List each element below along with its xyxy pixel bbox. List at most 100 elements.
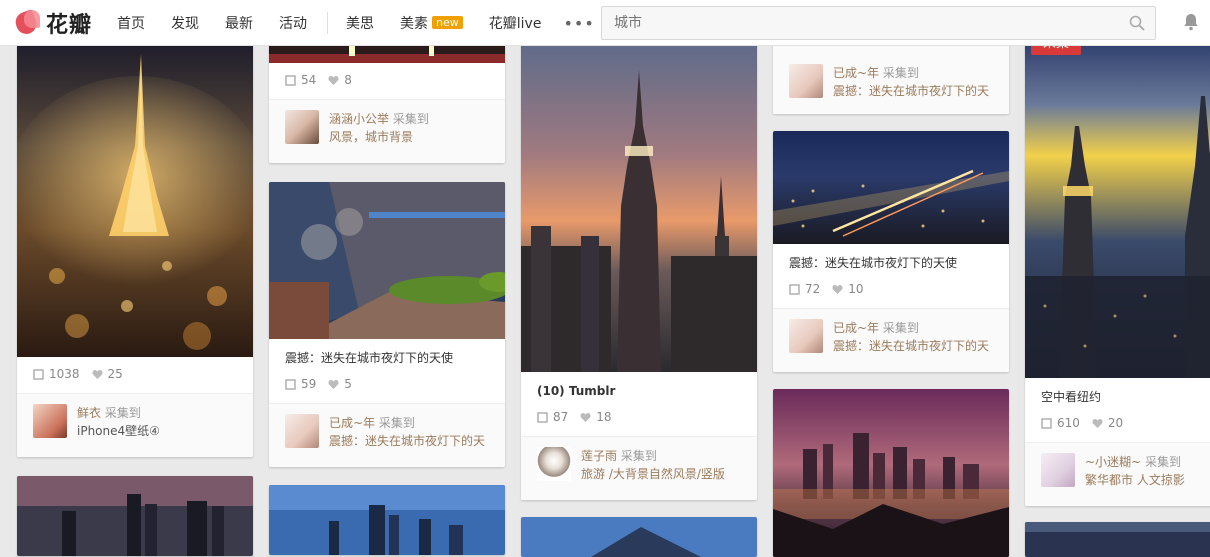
via-action: 采集到 xyxy=(882,66,919,80)
pin-image-street-lights[interactable] xyxy=(269,182,505,339)
via-user[interactable]: 已成~年 xyxy=(833,321,879,335)
nav-live[interactable]: 花瓣live xyxy=(489,13,542,33)
via-action: 采集到 xyxy=(620,449,657,463)
via-action: 采集到 xyxy=(392,112,429,126)
like-count: 25 xyxy=(107,367,123,381)
via-board[interactable]: 震撼：迷失在城市夜灯下的天 xyxy=(329,432,485,450)
pin-image-blue-sky[interactable] xyxy=(521,517,757,557)
nav-latest[interactable]: 最新 xyxy=(225,13,253,33)
via-user[interactable]: 已成~年 xyxy=(833,66,879,80)
search-box xyxy=(601,6,1156,40)
avatar[interactable] xyxy=(789,319,823,353)
pin-card[interactable]: 震撼：迷失在城市夜灯下的天使 72 10 已成~年 采集到 震撼：迷失在城市夜灯… xyxy=(773,131,1009,372)
nav-discover[interactable]: 发现 xyxy=(171,13,199,33)
via-action: 采集到 xyxy=(104,406,141,420)
repin-icon xyxy=(537,411,548,423)
via-user[interactable]: ~小迷糊~ xyxy=(1085,455,1141,469)
via-user[interactable]: 莲子雨 xyxy=(581,449,617,463)
like-count: 8 xyxy=(344,73,352,87)
pin-image-city-sunset[interactable] xyxy=(17,476,253,556)
notification-bell-icon[interactable] xyxy=(1183,13,1199,31)
pin-via: 涵涵小公举 采集到 风景，城市背景 xyxy=(269,99,505,163)
heart-icon[interactable] xyxy=(832,284,843,295)
pin-card[interactable]: 1038 25 鲜衣 采集到 iPhone4壁纸④ xyxy=(17,36,253,457)
repin-count: 1038 xyxy=(49,367,80,381)
pin-card[interactable]: (10) Tumblr 87 18 莲子雨 采集到 旅游 /大背景自然风景/竖版 xyxy=(521,36,757,500)
pin-image-la-skyline-dusk[interactable] xyxy=(773,389,1009,557)
repin-count: 87 xyxy=(553,410,569,424)
search-input[interactable] xyxy=(602,7,1102,39)
pin-stats: 1038 25 xyxy=(17,357,253,393)
avatar[interactable] xyxy=(285,414,319,448)
pin-stats: 72 10 xyxy=(773,272,1009,308)
pin-via: 已成~年 采集到 震撼：迷失在城市夜灯下的天 xyxy=(269,403,505,467)
pin-image-city-highway-night[interactable] xyxy=(773,131,1009,244)
heart-icon[interactable] xyxy=(328,75,339,86)
repin-count: 54 xyxy=(301,73,317,87)
repin-icon xyxy=(285,378,296,390)
pin-card[interactable] xyxy=(1025,522,1210,557)
via-board[interactable]: 震撼：迷失在城市夜灯下的天 xyxy=(833,82,989,100)
repin-icon xyxy=(1041,417,1052,429)
logo-petal-icon xyxy=(12,9,42,37)
nav-meisu[interactable]: 美素 new xyxy=(400,13,463,33)
heart-icon[interactable] xyxy=(328,379,339,390)
via-user[interactable]: 已成~年 xyxy=(329,416,375,430)
logo[interactable]: 花瓣 xyxy=(12,9,93,38)
repin-icon xyxy=(789,283,800,295)
pin-image-new-york-aerial[interactable]: 采集 xyxy=(1025,36,1210,378)
via-user[interactable]: 涵涵小公举 xyxy=(329,112,389,126)
pin-card[interactable] xyxy=(17,476,253,556)
pin-card[interactable] xyxy=(773,389,1009,557)
heart-icon[interactable] xyxy=(1092,418,1103,429)
pin-image-eiffel-tower[interactable] xyxy=(17,36,253,357)
pin-description: 空中看纽约 xyxy=(1041,390,1102,404)
avatar[interactable] xyxy=(789,64,823,98)
pin-card[interactable] xyxy=(521,517,757,557)
via-board[interactable]: 震撼：迷失在城市夜灯下的天 xyxy=(833,337,989,355)
like-count: 18 xyxy=(596,410,612,424)
via-board[interactable]: iPhone4壁纸④ xyxy=(77,422,160,440)
via-board[interactable]: 旅游 /大背景自然风景/竖版 xyxy=(581,465,725,483)
via-user[interactable]: 鲜衣 xyxy=(77,406,101,420)
via-action: 采集到 xyxy=(1144,455,1181,469)
like-count: 20 xyxy=(1107,416,1124,430)
pin-image-dark-city[interactable] xyxy=(1025,522,1210,557)
avatar[interactable] xyxy=(537,447,571,481)
avatar[interactable] xyxy=(1041,453,1075,487)
via-board[interactable]: 风景，城市背景 xyxy=(329,128,429,146)
repin-count: 610 xyxy=(1057,416,1080,430)
pin-description: 震撼：迷失在城市夜灯下的天使 xyxy=(789,256,958,270)
heart-icon[interactable] xyxy=(580,412,591,423)
more-menu-icon[interactable]: ••• xyxy=(563,14,594,33)
pin-image-empire-state-sunset[interactable] xyxy=(521,36,757,372)
avatar[interactable] xyxy=(33,404,67,438)
repin-icon xyxy=(285,74,296,86)
pin-stats: 54 8 xyxy=(269,63,505,99)
via-action: 采集到 xyxy=(378,416,415,430)
logo-text: 花瓣 xyxy=(46,13,93,38)
via-action: 采集到 xyxy=(882,321,919,335)
repin-count: 72 xyxy=(805,282,821,296)
avatar[interactable] xyxy=(285,110,319,144)
nav-events[interactable]: 活动 xyxy=(279,13,307,33)
via-board[interactable]: 繁华都市 人文掠影 xyxy=(1085,471,1185,489)
nav-home[interactable]: 首页 xyxy=(117,13,145,33)
pin-card[interactable]: 已成~年 采集到 震撼：迷失在城市夜灯下的天 xyxy=(773,36,1009,114)
search-icon[interactable] xyxy=(1129,15,1145,31)
pin-via: ~小迷糊~ 采集到 繁华都市 人文掠影 xyxy=(1025,442,1210,506)
like-count: 10 xyxy=(848,282,864,296)
nav-meisu-label: 美素 xyxy=(400,16,428,32)
pin-via: 莲子雨 采集到 旅游 /大背景自然风景/竖版 xyxy=(521,436,757,500)
nav-divider xyxy=(327,12,328,34)
pin-card[interactable]: 54 8 涵涵小公举 采集到 风景，城市背景 xyxy=(269,36,505,163)
nav-meisi[interactable]: 美思 xyxy=(346,13,374,33)
heart-icon[interactable] xyxy=(92,369,103,380)
pin-stats: 87 18 xyxy=(521,400,757,436)
pin-via: 已成~年 采集到 震撼：迷失在城市夜灯下的天 xyxy=(773,308,1009,372)
pin-card[interactable]: 采集 空中看纽约 610 20 ~小迷糊~ 采集到 繁华都市 人文掠影 xyxy=(1025,36,1210,506)
main-nav: 首页 发现 最新 活动 美思 美素 new 花瓣live ••• xyxy=(117,0,595,46)
pin-via: 已成~年 采集到 震撼：迷失在城市夜灯下的天 xyxy=(773,36,1009,114)
pin-card[interactable]: 震撼：迷失在城市夜灯下的天使 59 5 已成~年 采集到 震撼：迷失在城市夜灯下… xyxy=(269,182,505,467)
pin-description: (10) Tumblr xyxy=(537,384,616,398)
